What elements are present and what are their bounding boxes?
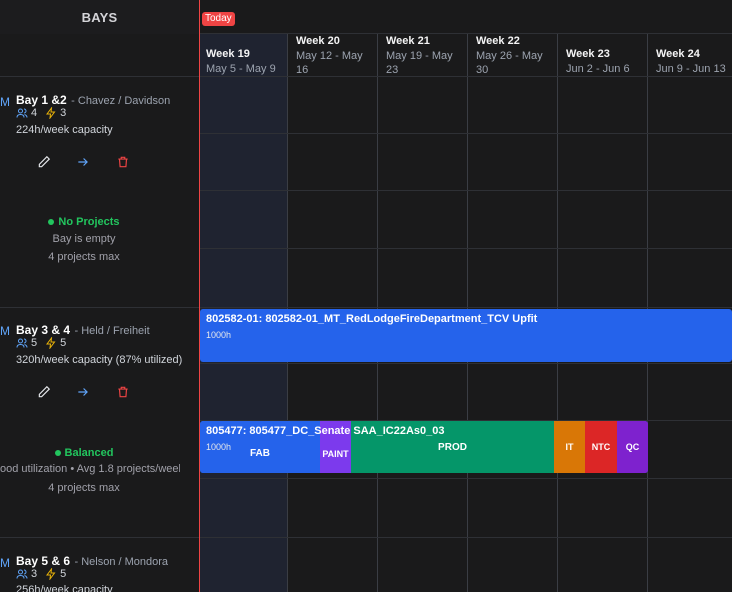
bay-name: Bay 3 & 4 xyxy=(16,323,71,337)
phase-label: PAINT xyxy=(322,448,349,459)
phase-ntc[interactable]: NTC xyxy=(585,421,617,473)
status-text: Balanced xyxy=(64,447,114,459)
max-projects: 4 projects max xyxy=(48,251,120,263)
bay-team: - Held / Freiheit xyxy=(74,325,150,337)
users-icon xyxy=(16,337,28,349)
project-hours: 1000h xyxy=(206,330,232,340)
power-count: 3 xyxy=(60,107,67,119)
max-projects: 4 projects max xyxy=(48,482,120,494)
project-bar-phased[interactable]: FAB PAINT PROD IT NTC QC 805477: 805477_… xyxy=(200,421,648,473)
grid-hline xyxy=(200,248,732,249)
week-title: Week 20 xyxy=(296,35,340,47)
lightning-icon xyxy=(45,107,57,119)
week-range: Jun 9 - Jun 13 xyxy=(656,63,726,75)
pencil-icon[interactable] xyxy=(35,383,53,401)
bay-stats: 3 5 xyxy=(16,568,66,580)
week-title: Week 24 xyxy=(656,48,700,60)
week-title: Week 21 xyxy=(386,35,430,47)
staff-count: 3 xyxy=(31,568,38,580)
today-badge: Today xyxy=(202,12,235,26)
lightning-icon xyxy=(45,337,57,349)
grid-hline xyxy=(200,363,732,364)
bay-capacity: 320h/week capacity (87% utilized) xyxy=(16,354,183,366)
pencil-icon[interactable] xyxy=(35,153,53,171)
project-hours: 1000h xyxy=(206,442,232,452)
bay-row-2: M Bay 3 & 4 - Held / Freiheit 5 5 320h/w… xyxy=(0,308,199,537)
bay-capacity: 224h/week capacity xyxy=(16,124,113,136)
phase-it[interactable]: IT xyxy=(554,421,585,473)
phase-label: PROD xyxy=(438,441,467,453)
week-title: Week 22 xyxy=(476,35,520,47)
users-icon xyxy=(16,568,28,580)
status-dot xyxy=(48,219,55,226)
bay-avatar: M xyxy=(0,324,10,338)
power-count: 5 xyxy=(60,568,67,580)
phase-qc[interactable]: QC xyxy=(617,421,648,473)
week-title: Week 23 xyxy=(566,48,610,60)
bay-row-3: M Bay 5 & 6 - Nelson / Mondora 3 5 256h/… xyxy=(0,538,199,592)
week-header[interactable]: Week 22 May 26 - May 30 xyxy=(470,34,557,76)
grid-hline xyxy=(200,190,732,191)
staff-count: 4 xyxy=(31,107,38,119)
power-count: 5 xyxy=(60,337,67,349)
status-text: No Projects xyxy=(58,216,120,228)
bay-name: Bay 1 &2 xyxy=(16,93,67,107)
week-header[interactable]: Week 23 Jun 2 - Jun 6 xyxy=(560,34,647,76)
arrow-right-icon[interactable] xyxy=(74,153,92,171)
project-title: 805477: 805477_DC_Senate SAA_IC22As0_03 xyxy=(206,425,445,437)
week-range: May 5 - May 9 xyxy=(206,63,276,75)
bay-capacity: 256h/week capacity xyxy=(16,584,113,592)
week-range: May 26 - May 30 xyxy=(476,50,543,76)
bay-stats: 5 5 xyxy=(16,337,66,349)
phase-label: IT xyxy=(565,442,574,452)
week-header[interactable]: Week 20 May 12 - May 16 xyxy=(290,34,377,76)
bay-avatar: M xyxy=(0,556,10,570)
grid-hline xyxy=(200,133,732,134)
grid-hline xyxy=(200,478,732,479)
arrow-right-icon[interactable] xyxy=(74,383,92,401)
week-range: Jun 2 - Jun 6 xyxy=(566,63,630,75)
status-sub: ood utilization • Avg 1.8 projects/week xyxy=(0,463,180,475)
bay-row-1: M Bay 1 &2 - Chavez / Davidson 4 3 224h/… xyxy=(0,77,199,307)
phase-label: FAB xyxy=(250,448,270,459)
staff-count: 5 xyxy=(31,337,38,349)
lightning-icon xyxy=(45,568,57,580)
week-title: Week 19 xyxy=(206,48,250,60)
week-header[interactable]: Week 24 Jun 9 - Jun 13 xyxy=(650,34,732,76)
week-header[interactable]: Week 21 May 19 - May 23 xyxy=(380,34,467,76)
status-label: No Projects xyxy=(0,216,168,228)
project-bar[interactable]: 802582-01: 802582-01_MT_RedLodgeFireDepa… xyxy=(200,309,732,362)
bay-team: - Nelson / Mondora xyxy=(74,556,169,568)
status-dot xyxy=(54,450,61,457)
bay-name: Bay 5 & 6 xyxy=(16,554,71,568)
week-range: May 12 - May 16 xyxy=(296,50,363,76)
today-line xyxy=(199,0,200,592)
bays-header: BAYS xyxy=(0,0,199,34)
status-label: Balanced xyxy=(0,447,168,459)
bay-avatar: M xyxy=(0,95,10,109)
week-range: May 19 - May 23 xyxy=(386,50,453,76)
trash-icon[interactable] xyxy=(114,153,132,171)
bay-stats: 4 3 xyxy=(16,107,66,119)
project-title: 802582-01: 802582-01_MT_RedLodgeFireDepa… xyxy=(206,313,538,325)
bay-team: - Chavez / Davidson xyxy=(71,95,171,107)
trash-icon[interactable] xyxy=(114,383,132,401)
phase-label: QC xyxy=(625,442,640,452)
users-icon xyxy=(16,107,28,119)
status-sub: Bay is empty xyxy=(52,233,116,245)
week-header[interactable]: Week 19 May 5 - May 9 xyxy=(200,34,287,76)
phase-label: NTC xyxy=(591,442,611,452)
